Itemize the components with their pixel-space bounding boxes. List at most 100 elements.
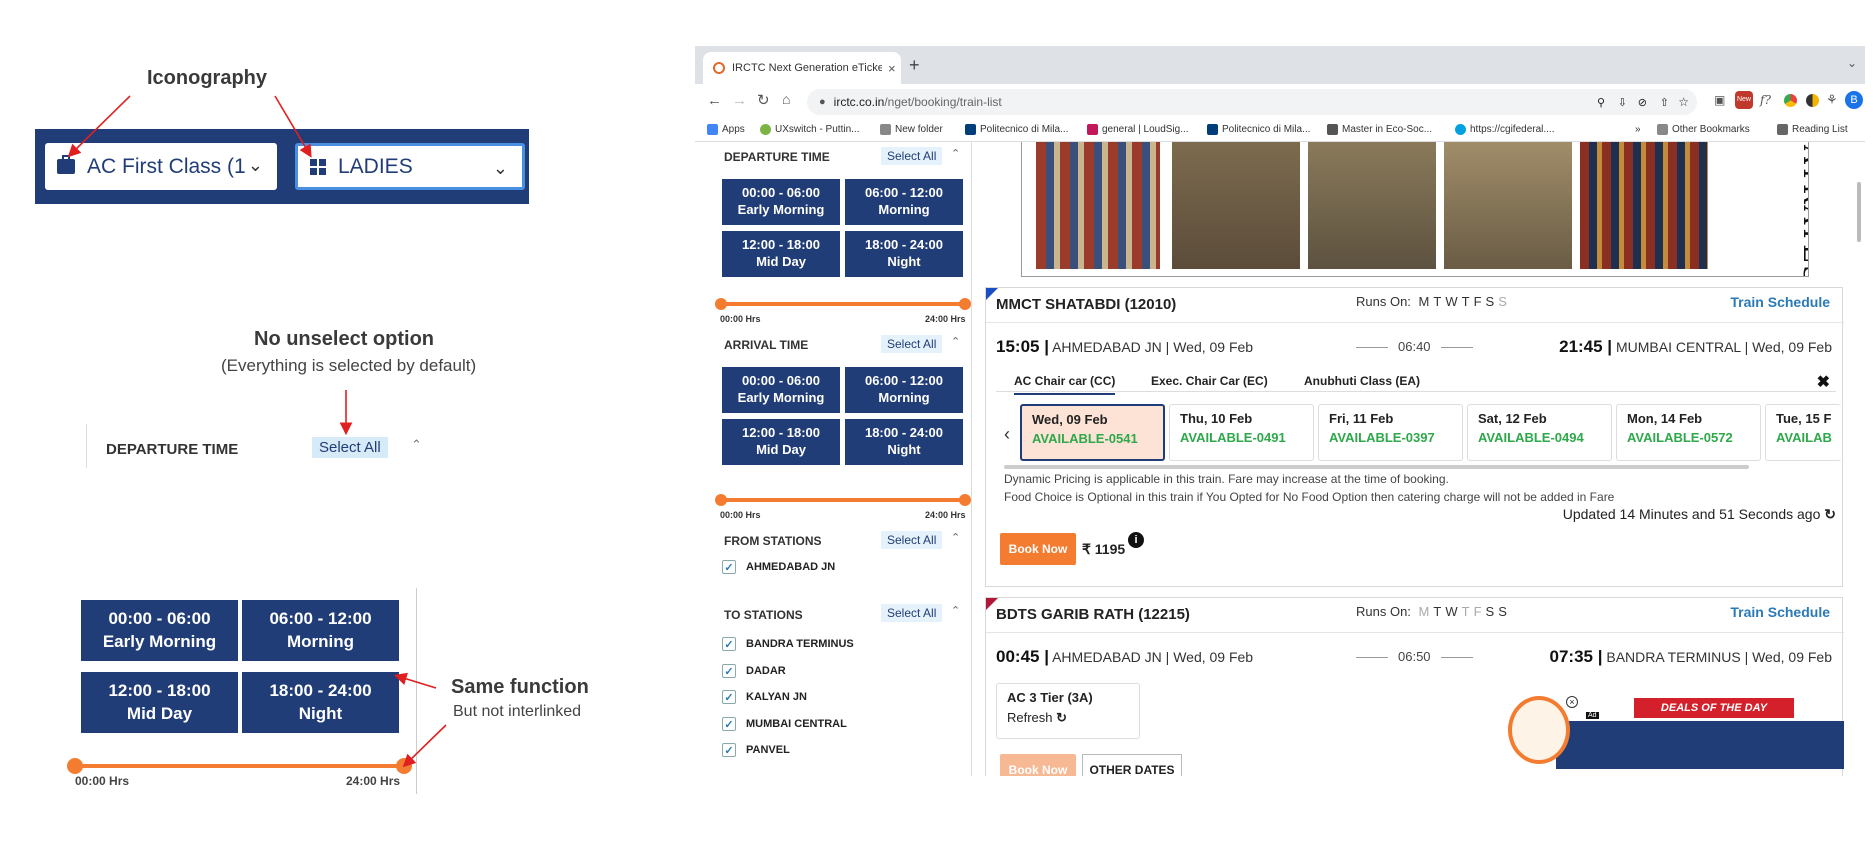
- chevron-up-icon[interactable]: ⌃: [951, 335, 960, 348]
- deals-ribbon: DEALS OF THE DAY: [1634, 698, 1794, 718]
- availability-date[interactable]: Sat, 12 Feb AVAILABLE-0494: [1467, 404, 1612, 461]
- book-now-button-disabled[interactable]: Book Now: [1000, 754, 1076, 776]
- bookmark-cgifederal[interactable]: https://cgifederal....: [1455, 124, 1555, 135]
- page-scrollbar[interactable]: [1857, 182, 1861, 242]
- browser-tab[interactable]: IRCTC Next Generation eTicket ×: [703, 52, 901, 84]
- deals-ad-bar: [1556, 721, 1844, 769]
- key-icon[interactable]: ⚲: [1597, 96, 1605, 109]
- chevron-left-icon[interactable]: ‹: [1004, 424, 1010, 445]
- bookmark-other[interactable]: Other Bookmarks: [1657, 124, 1750, 135]
- formula-icon[interactable]: f?: [1760, 93, 1771, 107]
- train-schedule-link[interactable]: Train Schedule: [1730, 604, 1830, 620]
- checkbox-checked-icon[interactable]: ✓: [722, 664, 736, 678]
- arrival-slot-morning[interactable]: 06:00 - 12:00 Morning: [845, 367, 963, 413]
- install-icon[interactable]: ⇩: [1618, 96, 1627, 109]
- to-select-all[interactable]: Select All: [881, 604, 943, 622]
- departure-slot-early-morning[interactable]: 00:00 - 06:00 Early Morning: [722, 179, 840, 225]
- from-select-all[interactable]: Select All: [881, 531, 943, 549]
- availability-date[interactable]: Mon, 14 Feb AVAILABLE-0572: [1616, 404, 1761, 461]
- bookmarks-overflow-icon[interactable]: »: [1635, 124, 1641, 135]
- bookmark-apps[interactable]: Apps: [707, 124, 745, 135]
- forward-icon[interactable]: →: [732, 92, 747, 109]
- departure-select-all[interactable]: Select All: [881, 147, 943, 165]
- run-day-letter: T: [1433, 294, 1442, 309]
- close-icon[interactable]: ✖: [1817, 372, 1830, 392]
- arrival-slot-early-morning[interactable]: 00:00 - 06:00 Early Morning: [722, 367, 840, 413]
- bookmark-loudsig[interactable]: general | LoudSig...: [1087, 124, 1189, 135]
- availability-date[interactable]: Fri, 11 Feb AVAILABLE-0397: [1318, 404, 1463, 461]
- star-icon[interactable]: ☆: [1678, 95, 1689, 109]
- url-bar[interactable]: ● irctc.co.in /nget/booking/train-list ⚲…: [807, 89, 1697, 115]
- close-ad-icon[interactable]: ×: [1566, 696, 1578, 708]
- horizontal-scrollbar[interactable]: [1004, 465, 1749, 469]
- to-station-item[interactable]: ✓ PANVEL: [722, 743, 790, 757]
- duration: 06:50: [1356, 649, 1473, 664]
- from-station-item[interactable]: ✓ AHMEDABAD JN: [722, 560, 835, 574]
- bookmark-uxswitch[interactable]: UXswitch - Puttin...: [760, 124, 859, 135]
- arrival-slider-start[interactable]: [715, 494, 727, 506]
- to-station-item[interactable]: ✓ DADAR: [722, 664, 786, 678]
- class-box[interactable]: AC 3 Tier (3A) Refresh ↻: [996, 683, 1140, 739]
- home-icon[interactable]: ⌂: [782, 91, 790, 107]
- class-tab-ec[interactable]: Exec. Chair Car (EC): [1151, 374, 1268, 388]
- bookmark-polimi-2[interactable]: Politecnico di Mila...: [1207, 124, 1310, 135]
- train-name[interactable]: BDTS GARIB RATH (12215): [996, 606, 1190, 623]
- checkbox-checked-icon[interactable]: ✓: [722, 690, 736, 704]
- bookmark-master[interactable]: Master in Eco-Soc...: [1327, 124, 1432, 135]
- hide-icon[interactable]: ⊘: [1638, 96, 1647, 109]
- chevron-up-icon[interactable]: ⌃: [951, 604, 960, 617]
- extension-new-icon[interactable]: New: [1735, 91, 1753, 109]
- arrival-slider-end[interactable]: [959, 494, 971, 506]
- class-tab-ea[interactable]: Anubhuti Class (EA): [1304, 374, 1420, 388]
- checkbox-checked-icon[interactable]: ✓: [722, 560, 736, 574]
- bookmark-new-folder[interactable]: New folder: [880, 124, 943, 135]
- departure-slot-morning[interactable]: 06:00 - 12:00 Morning: [845, 179, 963, 225]
- departure-slot-night[interactable]: 18:00 - 24:00 Night: [845, 231, 963, 277]
- departure-slider-end[interactable]: [959, 298, 971, 310]
- train-name[interactable]: MMCT SHATABDI (12010): [996, 296, 1176, 313]
- to-station-item[interactable]: ✓ KALYAN JN: [722, 690, 807, 704]
- close-tab-icon[interactable]: ×: [888, 61, 896, 76]
- refresh-icon[interactable]: ↻: [1824, 506, 1836, 522]
- checkbox-checked-icon[interactable]: ✓: [722, 743, 736, 757]
- class-tab-cc[interactable]: AC Chair car (CC): [1014, 374, 1116, 395]
- arrival-hrs-start: 00:00 Hrs: [720, 510, 761, 520]
- refresh-button[interactable]: Refresh ↻: [1007, 710, 1129, 726]
- tab-search-icon[interactable]: ⌄: [1847, 56, 1857, 70]
- dark-mode-icon[interactable]: [1806, 94, 1819, 107]
- info-icon[interactable]: i: [1128, 532, 1144, 548]
- new-tab-icon[interactable]: +: [909, 55, 920, 76]
- departure-slider-start[interactable]: [715, 298, 727, 310]
- arrival-select-all[interactable]: Select All: [881, 335, 943, 353]
- ad-banner[interactable]: AYRATES: [1021, 142, 1809, 277]
- chevron-up-icon[interactable]: ⌃: [951, 147, 960, 160]
- back-icon[interactable]: ←: [707, 92, 722, 109]
- address-bar-row: ← → ↻ ⌂ ● irctc.co.in /nget/booking/trai…: [695, 84, 1865, 118]
- from-stations-heading: FROM STATIONS: [724, 534, 822, 548]
- other-dates-button[interactable]: OTHER DATES: [1082, 754, 1182, 776]
- screenshot-icon[interactable]: ▣: [1714, 93, 1725, 107]
- to-station-item[interactable]: ✓ MUMBAI CENTRAL: [722, 717, 847, 731]
- tab-strip: IRCTC Next Generation eTicket × + ⌄: [695, 46, 1865, 84]
- arrival-slot-night[interactable]: 18:00 - 24:00 Night: [845, 419, 963, 465]
- puzzle-icon[interactable]: ⚘: [1826, 92, 1838, 108]
- checkbox-checked-icon[interactable]: ✓: [722, 717, 736, 731]
- bookmark-reading-list[interactable]: Reading List: [1777, 124, 1848, 135]
- book-now-button[interactable]: Book Now: [1000, 533, 1076, 565]
- color-extension-icon[interactable]: [1784, 94, 1797, 107]
- arrival-slot-mid-day[interactable]: 12:00 - 18:00 Mid Day: [722, 419, 840, 465]
- checkbox-checked-icon[interactable]: ✓: [722, 637, 736, 651]
- availability-date[interactable]: Tue, 15 F AVAILAB: [1765, 404, 1841, 461]
- bookmark-polimi-1[interactable]: Politecnico di Mila...: [965, 124, 1068, 135]
- fare: ₹ 1195: [1082, 541, 1126, 557]
- reload-icon[interactable]: ↻: [757, 91, 770, 109]
- avatar[interactable]: B: [1845, 91, 1863, 109]
- chevron-up-icon[interactable]: ⌃: [951, 531, 960, 544]
- to-station-item[interactable]: ✓ BANDRA TERMINUS: [722, 637, 854, 651]
- train-schedule-link[interactable]: Train Schedule: [1730, 294, 1830, 310]
- deals-ad[interactable]: DEALS OF THE DAY × Ad: [1506, 696, 1844, 776]
- departure-slot-mid-day[interactable]: 12:00 - 18:00 Mid Day: [722, 231, 840, 277]
- availability-date-selected[interactable]: Wed, 09 Feb AVAILABLE-0541: [1020, 404, 1165, 461]
- availability-date[interactable]: Thu, 10 Feb AVAILABLE-0491: [1169, 404, 1314, 461]
- share-icon[interactable]: ⇧: [1660, 96, 1669, 109]
